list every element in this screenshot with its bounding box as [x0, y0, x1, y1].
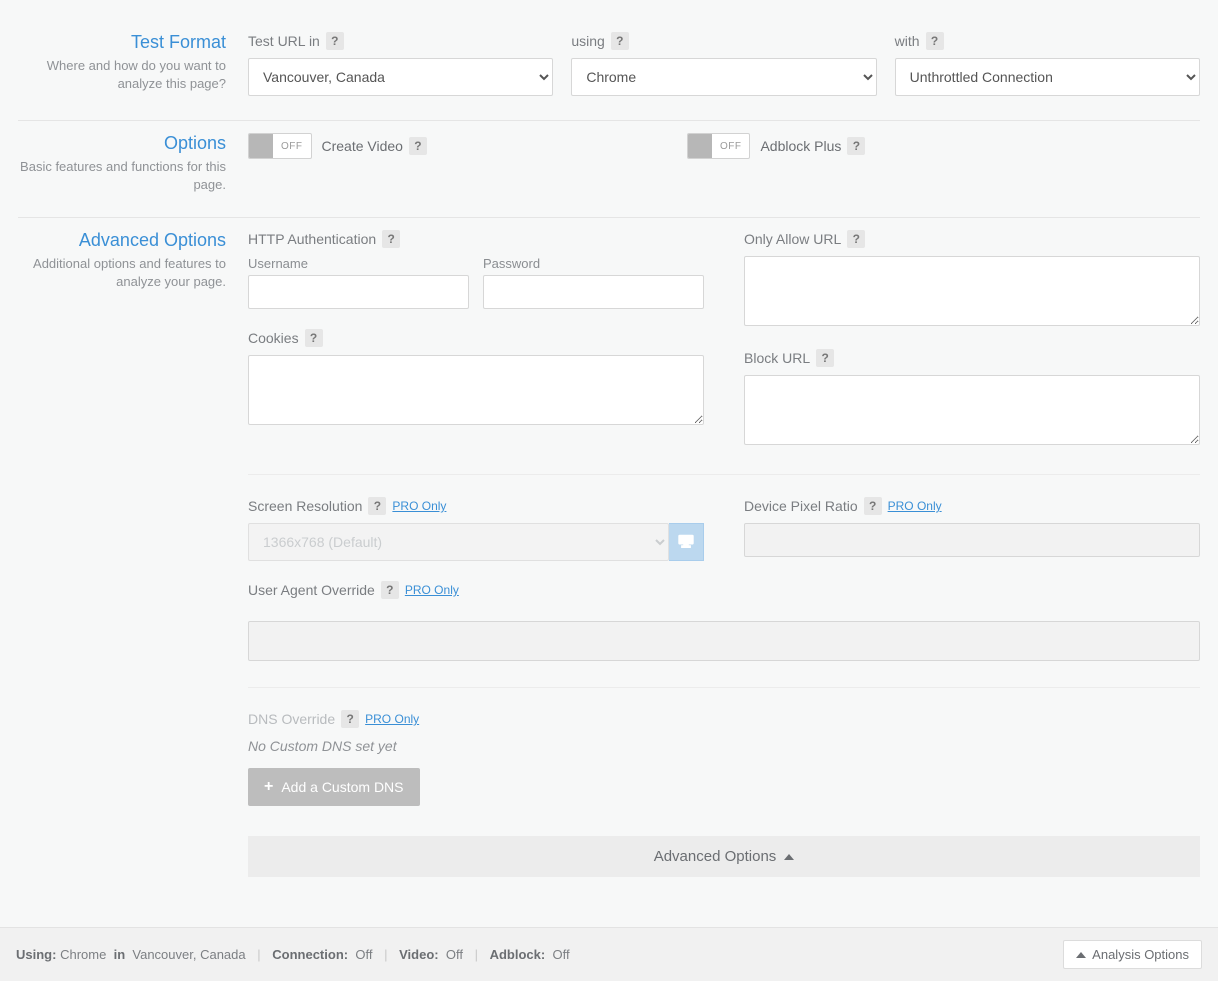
password-input[interactable] [483, 275, 704, 309]
test-format-description: Where and how do you want to analyze thi… [18, 57, 226, 92]
pro-only-link[interactable]: PRO Only [365, 712, 419, 726]
with-label: with [895, 33, 920, 49]
plus-icon: + [264, 778, 273, 796]
block-url-textarea[interactable] [744, 375, 1200, 445]
test-format-title: Test Format [18, 32, 226, 53]
connection-select[interactable]: Unthrottled Connection [895, 58, 1200, 96]
options-description: Basic features and functions for this pa… [18, 158, 226, 193]
screen-resolution-label: Screen Resolution [248, 498, 362, 514]
using-label: using [571, 33, 604, 49]
help-icon[interactable]: ? [368, 497, 386, 515]
advanced-description: Additional options and features to analy… [18, 255, 226, 290]
help-icon[interactable]: ? [816, 349, 834, 367]
help-icon[interactable]: ? [864, 497, 882, 515]
footer-summary: Using: Chrome in Vancouver, Canada | Con… [16, 947, 570, 962]
help-icon[interactable]: ? [305, 329, 323, 347]
help-icon[interactable]: ? [409, 137, 427, 155]
options-title: Options [18, 133, 226, 154]
location-select[interactable]: Vancouver, Canada [248, 58, 553, 96]
adblock-label: Adblock Plus [760, 138, 841, 154]
help-icon[interactable]: ? [382, 230, 400, 248]
help-icon[interactable]: ? [926, 32, 944, 50]
test-url-label: Test URL in [248, 33, 320, 49]
adblock-toggle[interactable]: OFF [687, 133, 751, 159]
help-icon[interactable]: ? [381, 581, 399, 599]
help-icon[interactable]: ? [341, 710, 359, 728]
section-advanced-options: Advanced Options Additional options and … [18, 218, 1200, 901]
screen-preview-button[interactable] [669, 523, 704, 561]
dns-override-label: DNS Override [248, 711, 335, 727]
create-video-toggle[interactable]: OFF [248, 133, 312, 159]
username-label: Username [248, 256, 469, 271]
browser-select[interactable]: Chrome [571, 58, 876, 96]
help-icon[interactable]: ? [847, 230, 865, 248]
pro-only-link[interactable]: PRO Only [405, 583, 459, 597]
footer-bar: Using: Chrome in Vancouver, Canada | Con… [0, 927, 1218, 981]
no-custom-dns-text: No Custom DNS set yet [248, 738, 1200, 754]
device-pixel-ratio-input [744, 523, 1200, 557]
only-allow-url-textarea[interactable] [744, 256, 1200, 326]
help-icon[interactable]: ? [326, 32, 344, 50]
block-url-label: Block URL [744, 350, 810, 366]
user-agent-input [248, 621, 1200, 661]
monitor-icon [677, 534, 695, 551]
advanced-title: Advanced Options [18, 230, 226, 251]
pro-only-link[interactable]: PRO Only [888, 499, 942, 513]
screen-resolution-select: 1366x768 (Default) [248, 523, 669, 561]
http-auth-label: HTTP Authentication [248, 231, 376, 247]
advanced-options-collapse-bar[interactable]: Advanced Options [248, 836, 1200, 877]
create-video-label: Create Video [322, 138, 403, 154]
analysis-options-button[interactable]: Analysis Options [1063, 940, 1202, 969]
help-icon[interactable]: ? [847, 137, 865, 155]
chevron-up-icon [784, 854, 794, 860]
only-allow-url-label: Only Allow URL [744, 231, 841, 247]
add-custom-dns-button[interactable]: + Add a Custom DNS [248, 768, 420, 806]
section-test-format: Test Format Where and how do you want to… [18, 20, 1200, 121]
section-options: Options Basic features and functions for… [18, 121, 1200, 218]
pro-only-link[interactable]: PRO Only [392, 499, 446, 513]
username-input[interactable] [248, 275, 469, 309]
help-icon[interactable]: ? [611, 32, 629, 50]
user-agent-label: User Agent Override [248, 582, 375, 598]
cookies-textarea[interactable] [248, 355, 704, 425]
password-label: Password [483, 256, 704, 271]
cookies-label: Cookies [248, 330, 299, 346]
device-pixel-ratio-label: Device Pixel Ratio [744, 498, 858, 514]
chevron-up-icon [1076, 952, 1086, 958]
